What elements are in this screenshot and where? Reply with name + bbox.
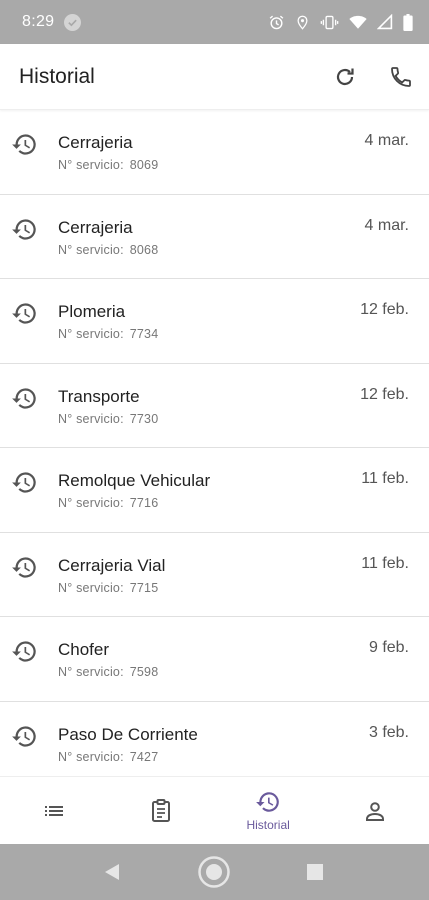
page-title: Historial: [19, 64, 95, 88]
history-icon: [12, 303, 36, 324]
refresh-icon: [336, 68, 354, 85]
service-title: Remolque Vehicular: [58, 471, 211, 490]
status-bar: 8:29: [0, 0, 429, 44]
list-item[interactable]: Paso De Corriente N° servicio: 7427 3 feb…: [0, 702, 429, 777]
check-circle-icon: [64, 13, 82, 31]
list-icon: [44, 805, 63, 816]
service-number: N° servicio: 7730: [58, 411, 159, 426]
history-icon: [12, 387, 36, 409]
nav-item-services[interactable]: [107, 777, 214, 844]
service-date: 12 feb.: [360, 385, 409, 403]
list-item[interactable]: Transporte N° servicio: 7730 12 feb.: [0, 364, 429, 448]
clipboard-icon: [151, 798, 170, 822]
location-icon: [295, 14, 310, 31]
history-icon: [12, 134, 36, 155]
history-list: Cerrajeria N° servicio: 8069 4 mar. Cerra…: [0, 110, 429, 776]
service-title: Plomeria: [58, 302, 126, 321]
service-number: N° servicio: 7734: [58, 327, 159, 341]
status-icons: [268, 13, 413, 31]
phone-icon: [391, 66, 411, 87]
call-button[interactable]: [373, 49, 429, 105]
service-date: 11 feb.: [361, 554, 409, 572]
list-item[interactable]: Cerrajeria N° servicio: 8068 4 mar.: [0, 195, 429, 279]
nav-item-profile[interactable]: [322, 777, 429, 844]
service-number: N° servicio: 7427: [58, 749, 159, 764]
alarm-icon: [268, 14, 285, 31]
service-date: 4 mar.: [364, 132, 409, 149]
system-nav-bar: [0, 844, 429, 900]
user-icon: [366, 801, 385, 821]
service-number: N° servicio: 8068: [58, 242, 159, 257]
service-title: Cerrajeria Vial: [58, 555, 166, 575]
vibrate-icon: [320, 14, 339, 31]
service-date: 9 feb.: [368, 639, 409, 656]
list-item[interactable]: Cerrajeria Vial N° servicio: 7715 11 feb.: [0, 533, 429, 617]
service-title: Chofer: [58, 640, 110, 659]
service-date: 4 mar.: [364, 216, 409, 234]
service-date: 12 feb.: [360, 301, 409, 318]
signal-icon: [377, 14, 393, 30]
service-title: Cerrajeria: [58, 133, 133, 152]
nav-item-list[interactable]: [0, 777, 107, 844]
history-icon: [12, 641, 36, 662]
service-number: N° servicio: 7715: [58, 580, 159, 595]
history-icon: [12, 218, 36, 240]
app-bar: Historial: [0, 44, 429, 110]
recents-button[interactable]: [306, 863, 324, 881]
app-bar-actions: [317, 49, 429, 105]
status-time: 8:29: [22, 13, 55, 30]
service-number: N° servicio: 7598: [58, 665, 159, 679]
list-item[interactable]: Plomeria N° servicio: 7734 12 feb.: [0, 279, 429, 364]
service-number: N° servicio: 7716: [58, 496, 159, 510]
battery-icon: [403, 13, 413, 31]
list-item[interactable]: Cerrajeria N° servicio: 8069 4 mar.: [0, 110, 429, 195]
back-icon: [105, 864, 119, 880]
list-item[interactable]: Chofer N° servicio: 7598 9 feb.: [0, 617, 429, 702]
wifi-icon: [349, 14, 367, 30]
refresh-button[interactable]: [317, 49, 373, 105]
service-date: 11 feb.: [361, 470, 409, 487]
home-icon: [198, 856, 230, 888]
service-title: Transporte: [58, 386, 140, 406]
recents-icon: [307, 864, 323, 880]
nav-label-historial: Historial: [246, 818, 290, 832]
history-icon: [12, 725, 36, 747]
history-icon: [256, 792, 279, 812]
bottom-nav: Historial: [0, 776, 429, 844]
history-icon: [12, 556, 36, 578]
back-button[interactable]: [102, 862, 122, 882]
nav-item-historial[interactable]: Historial: [215, 777, 322, 844]
service-title: Cerrajeria: [58, 217, 133, 237]
service-title: Paso De Corriente: [58, 724, 198, 744]
home-button[interactable]: [197, 855, 231, 889]
history-icon: [12, 472, 36, 493]
list-item[interactable]: Remolque Vehicular N° servicio: 7716 11 f…: [0, 448, 429, 533]
service-number: N° servicio: 8069: [58, 158, 159, 172]
service-date: 3 feb.: [368, 723, 409, 741]
